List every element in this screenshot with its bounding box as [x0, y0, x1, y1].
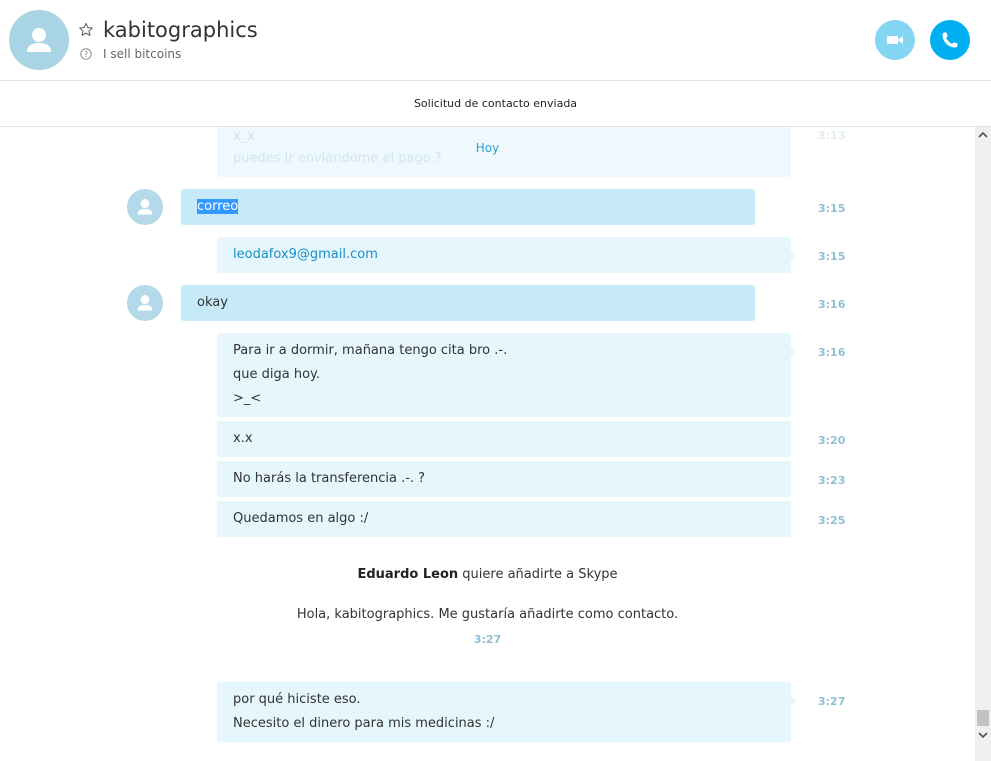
message-time: 3:25 — [818, 514, 846, 527]
phone-icon — [942, 32, 958, 48]
video-call-button[interactable] — [875, 20, 915, 60]
message-list[interactable]: x_x puedes ir enviándome el pago ? 3:13 … — [0, 127, 975, 761]
person-icon — [27, 28, 51, 52]
mood-message: I sell bitcoins — [103, 47, 182, 61]
message-bubble[interactable]: okay — [181, 285, 755, 321]
message-text: que diga hoy. — [233, 367, 321, 382]
message-time: 3:23 — [818, 474, 846, 487]
contact-request-action: quiere añadirte a Skype — [462, 567, 618, 582]
skype-chat-window: kabitographics ? I sell bitcoins Solicit… — [0, 0, 991, 761]
bubble-tail — [791, 347, 796, 357]
sender-avatar[interactable] — [127, 189, 163, 225]
contact-request-message: Hola, kabitographics. Me gustaría añadir… — [296, 607, 679, 622]
chat-scrollbar[interactable] — [975, 127, 991, 761]
message-bubble[interactable]: por qué hiciste eso. Necesito el dinero … — [217, 682, 791, 742]
chevron-up-icon[interactable] — [975, 127, 991, 143]
star-icon[interactable] — [78, 22, 94, 38]
message-text: okay — [197, 295, 228, 310]
message-time: 3:27 — [818, 695, 846, 708]
contact-request-title: Eduardo Leon quiere añadirte a Skype — [0, 567, 975, 582]
message-time: 3:15 — [818, 250, 846, 263]
help-circle-icon: ? — [80, 48, 92, 60]
svg-text:?: ? — [84, 50, 88, 59]
message-text: Para ir a dormir, mañana tengo cita bro … — [233, 343, 508, 358]
message-time: 3:16 — [818, 298, 846, 311]
message-text: >_< — [233, 391, 262, 406]
email-link[interactable]: leodafox9@gmail.com — [233, 247, 378, 262]
message-text: Necesito el dinero para mis medicinas :/ — [233, 716, 495, 731]
contact-avatar[interactable] — [9, 10, 69, 70]
day-separator: Hoy — [475, 141, 500, 155]
audio-call-button[interactable] — [930, 20, 970, 60]
message-time: 3:15 — [818, 202, 846, 215]
chevron-down-icon[interactable] — [975, 727, 991, 743]
message-text: x.x — [233, 431, 253, 446]
message-text: correo — [197, 199, 239, 214]
sender-avatar[interactable] — [127, 285, 163, 321]
contact-request-time: 3:27 — [473, 633, 502, 646]
person-icon — [137, 199, 153, 215]
message-text: Quedamos en algo :/ — [233, 511, 369, 526]
conversation-header: kabitographics ? I sell bitcoins — [0, 0, 991, 81]
message-bubble[interactable]: correo — [181, 189, 755, 225]
message-bubble[interactable]: Para ir a dormir, mañana tengo cita bro … — [217, 333, 791, 417]
message-bubble[interactable]: No harás la transferencia .-. ? — [217, 461, 791, 497]
message-text: No harás la transferencia .-. ? — [233, 471, 426, 486]
scroll-thumb[interactable] — [977, 710, 989, 726]
video-camera-icon — [887, 36, 903, 44]
message-bubble[interactable]: Quedamos en algo :/ — [217, 501, 791, 537]
message-text: por qué hiciste eso. — [233, 692, 361, 707]
contact-request-sender[interactable]: Eduardo Leon — [357, 567, 458, 582]
message-time: 3:20 — [818, 434, 846, 447]
message-bubble[interactable]: leodafox9@gmail.com — [217, 237, 791, 273]
person-icon — [137, 295, 153, 311]
message-bubble[interactable]: x.x — [217, 421, 791, 457]
message-time: 3:16 — [818, 346, 846, 359]
contact-request-notice: Solicitud de contacto enviada — [0, 81, 991, 127]
bubble-tail — [791, 251, 796, 261]
contact-name[interactable]: kabitographics — [103, 18, 258, 42]
bubble-tail — [791, 696, 796, 706]
